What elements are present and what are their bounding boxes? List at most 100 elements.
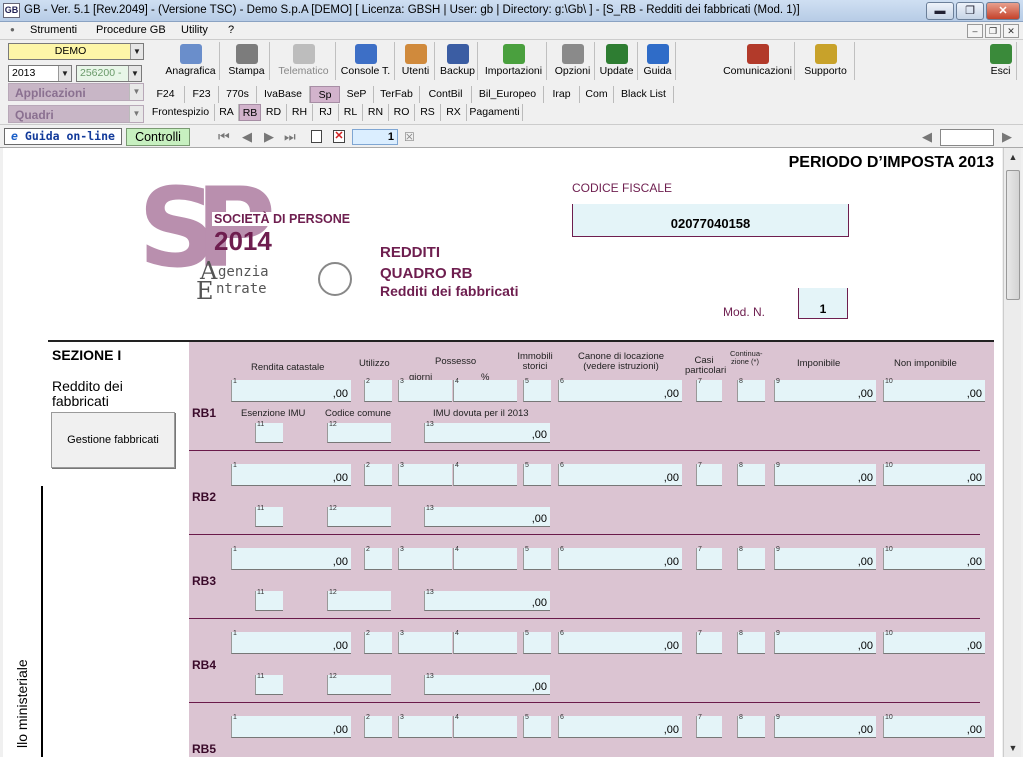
- telematico-button[interactable]: Telematico: [272, 42, 336, 80]
- field-rb1-4[interactable]: 4: [453, 378, 517, 402]
- tab-rb[interactable]: RB: [239, 104, 261, 121]
- field-rb5-8[interactable]: 8: [737, 714, 765, 738]
- supporto-button[interactable]: Supporto: [797, 42, 855, 80]
- comunicazioni-button[interactable]: Comunicazioni: [721, 42, 795, 80]
- esci-button[interactable]: Esci: [985, 42, 1017, 80]
- field-rb5-4[interactable]: 4: [453, 714, 517, 738]
- tab-ra[interactable]: RA: [215, 104, 239, 121]
- field-rb3-5[interactable]: 5: [523, 546, 551, 570]
- mod-number-field[interactable]: 1: [798, 288, 848, 319]
- tab-black-list[interactable]: Black List: [614, 86, 674, 103]
- new-page-icon[interactable]: [311, 130, 322, 143]
- close-button[interactable]: ✕: [986, 2, 1020, 20]
- field-rb5-10[interactable]: 10,00: [883, 714, 985, 738]
- tab-bil-europeo[interactable]: Bil_Europeo: [472, 86, 544, 103]
- field-rb3-2[interactable]: 2: [364, 546, 392, 570]
- field-rb1-8[interactable]: 8: [737, 378, 765, 402]
- tab-sp[interactable]: Sp: [310, 86, 340, 103]
- guida-online-button[interactable]: e Guida on-line: [4, 128, 122, 145]
- scroll-down-icon[interactable]: ▼: [1006, 741, 1020, 755]
- controlli-button[interactable]: Controlli: [126, 128, 190, 146]
- field-rb4-11[interactable]: 11: [255, 673, 283, 695]
- menu-strumenti[interactable]: Strumenti: [30, 24, 77, 36]
- tab-rn[interactable]: RN: [363, 104, 389, 121]
- field-rb1-3[interactable]: 3: [398, 378, 452, 402]
- field-rb2-10[interactable]: 10,00: [883, 462, 985, 486]
- code-select[interactable]: 256200 - ▼: [76, 65, 142, 82]
- field-rb4-5[interactable]: 5: [523, 630, 551, 654]
- field-rb1-10[interactable]: 10,00: [883, 378, 985, 402]
- tab-com[interactable]: Com: [580, 86, 614, 103]
- forward-icon[interactable]: ▶: [1002, 130, 1012, 143]
- tab-f24[interactable]: F24: [147, 86, 185, 103]
- field-rb3-1[interactable]: 1,00: [231, 546, 351, 570]
- field-rb3-3[interactable]: 3: [398, 546, 452, 570]
- menu-utility[interactable]: Utility: [181, 24, 208, 36]
- guida-button[interactable]: Guida: [640, 42, 676, 80]
- field-rb3-7[interactable]: 7: [696, 546, 722, 570]
- field-rb2-9[interactable]: 9,00: [774, 462, 876, 486]
- opzioni-button[interactable]: Opzioni: [551, 42, 595, 80]
- mdi-restore-button[interactable]: ❐: [985, 24, 1001, 38]
- backup-button[interactable]: Backup: [438, 42, 478, 80]
- field-rb2-13[interactable]: 13,00: [424, 505, 550, 527]
- field-rb5-9[interactable]: 9,00: [774, 714, 876, 738]
- quadri-select[interactable]: Quadri ▼: [8, 105, 144, 123]
- prev-page-icon[interactable]: ◀: [242, 130, 252, 143]
- field-rb1-1[interactable]: 1,00: [231, 378, 351, 402]
- update-button[interactable]: Update: [596, 42, 638, 80]
- mdi-minimize-button[interactable]: –: [967, 24, 983, 38]
- field-rb1-7[interactable]: 7: [696, 378, 722, 402]
- back-icon[interactable]: ◀: [922, 130, 932, 143]
- field-rb2-12[interactable]: 12: [327, 505, 391, 527]
- cancel-search-icon[interactable]: ☒: [404, 130, 415, 144]
- tab-rj[interactable]: RJ: [313, 104, 339, 121]
- field-rb5-2[interactable]: 2: [364, 714, 392, 738]
- field-rb3-4[interactable]: 4: [453, 546, 517, 570]
- mdi-close-button[interactable]: ✕: [1003, 24, 1019, 38]
- tab-contbil[interactable]: ContBil: [420, 86, 472, 103]
- field-rb2-5[interactable]: 5: [523, 462, 551, 486]
- field-rb3-8[interactable]: 8: [737, 546, 765, 570]
- delete-page-icon[interactable]: ✕: [333, 130, 345, 143]
- field-rb3-11[interactable]: 11: [255, 589, 283, 611]
- page-number-field[interactable]: 1: [352, 129, 398, 145]
- scroll-up-icon[interactable]: ▲: [1006, 150, 1020, 164]
- field-rb2-4[interactable]: 4: [453, 462, 517, 486]
- field-rb2-7[interactable]: 7: [696, 462, 722, 486]
- tab-rs[interactable]: RS: [415, 104, 441, 121]
- stampa-button[interactable]: Stampa: [224, 42, 270, 80]
- field-rb5-3[interactable]: 3: [398, 714, 452, 738]
- field-rb2-1[interactable]: 1,00: [231, 462, 351, 486]
- menu-help[interactable]: ?: [228, 24, 234, 36]
- field-rb2-3[interactable]: 3: [398, 462, 452, 486]
- field-rb3-12[interactable]: 12: [327, 589, 391, 611]
- tab-ro[interactable]: RO: [389, 104, 415, 121]
- field-rb1-6[interactable]: 6,00: [558, 378, 682, 402]
- field-rb3-10[interactable]: 10,00: [883, 546, 985, 570]
- tab-770s[interactable]: 770s: [219, 86, 257, 103]
- console-t-button[interactable]: Console T.: [337, 42, 395, 80]
- anagrafica-button[interactable]: Anagrafica: [162, 42, 220, 80]
- field-rb4-4[interactable]: 4: [453, 630, 517, 654]
- field-rb4-12[interactable]: 12: [327, 673, 391, 695]
- field-rb2-8[interactable]: 8: [737, 462, 765, 486]
- field-rb2-2[interactable]: 2: [364, 462, 392, 486]
- company-select[interactable]: DEMO ▼: [8, 43, 144, 60]
- next-page-icon[interactable]: ▶: [264, 130, 274, 143]
- maximize-button[interactable]: ❐: [956, 2, 984, 20]
- gestione-fabbricati-button[interactable]: Gestione fabbricati: [51, 412, 175, 468]
- field-rb3-6[interactable]: 6,00: [558, 546, 682, 570]
- tab-f23[interactable]: F23: [185, 86, 219, 103]
- field-rb4-8[interactable]: 8: [737, 630, 765, 654]
- minimize-button[interactable]: ▬: [926, 2, 954, 20]
- field-rb5-1[interactable]: 1,00: [231, 714, 351, 738]
- tab-rh[interactable]: RH: [287, 104, 313, 121]
- field-rb3-9[interactable]: 9,00: [774, 546, 876, 570]
- field-rb1-11[interactable]: 11: [255, 421, 283, 443]
- tab-irap[interactable]: Irap: [544, 86, 580, 103]
- tab-rl[interactable]: RL: [339, 104, 363, 121]
- field-rb3-13[interactable]: 13,00: [424, 589, 550, 611]
- utenti-button[interactable]: Utenti: [397, 42, 435, 80]
- field-rb4-1[interactable]: 1,00: [231, 630, 351, 654]
